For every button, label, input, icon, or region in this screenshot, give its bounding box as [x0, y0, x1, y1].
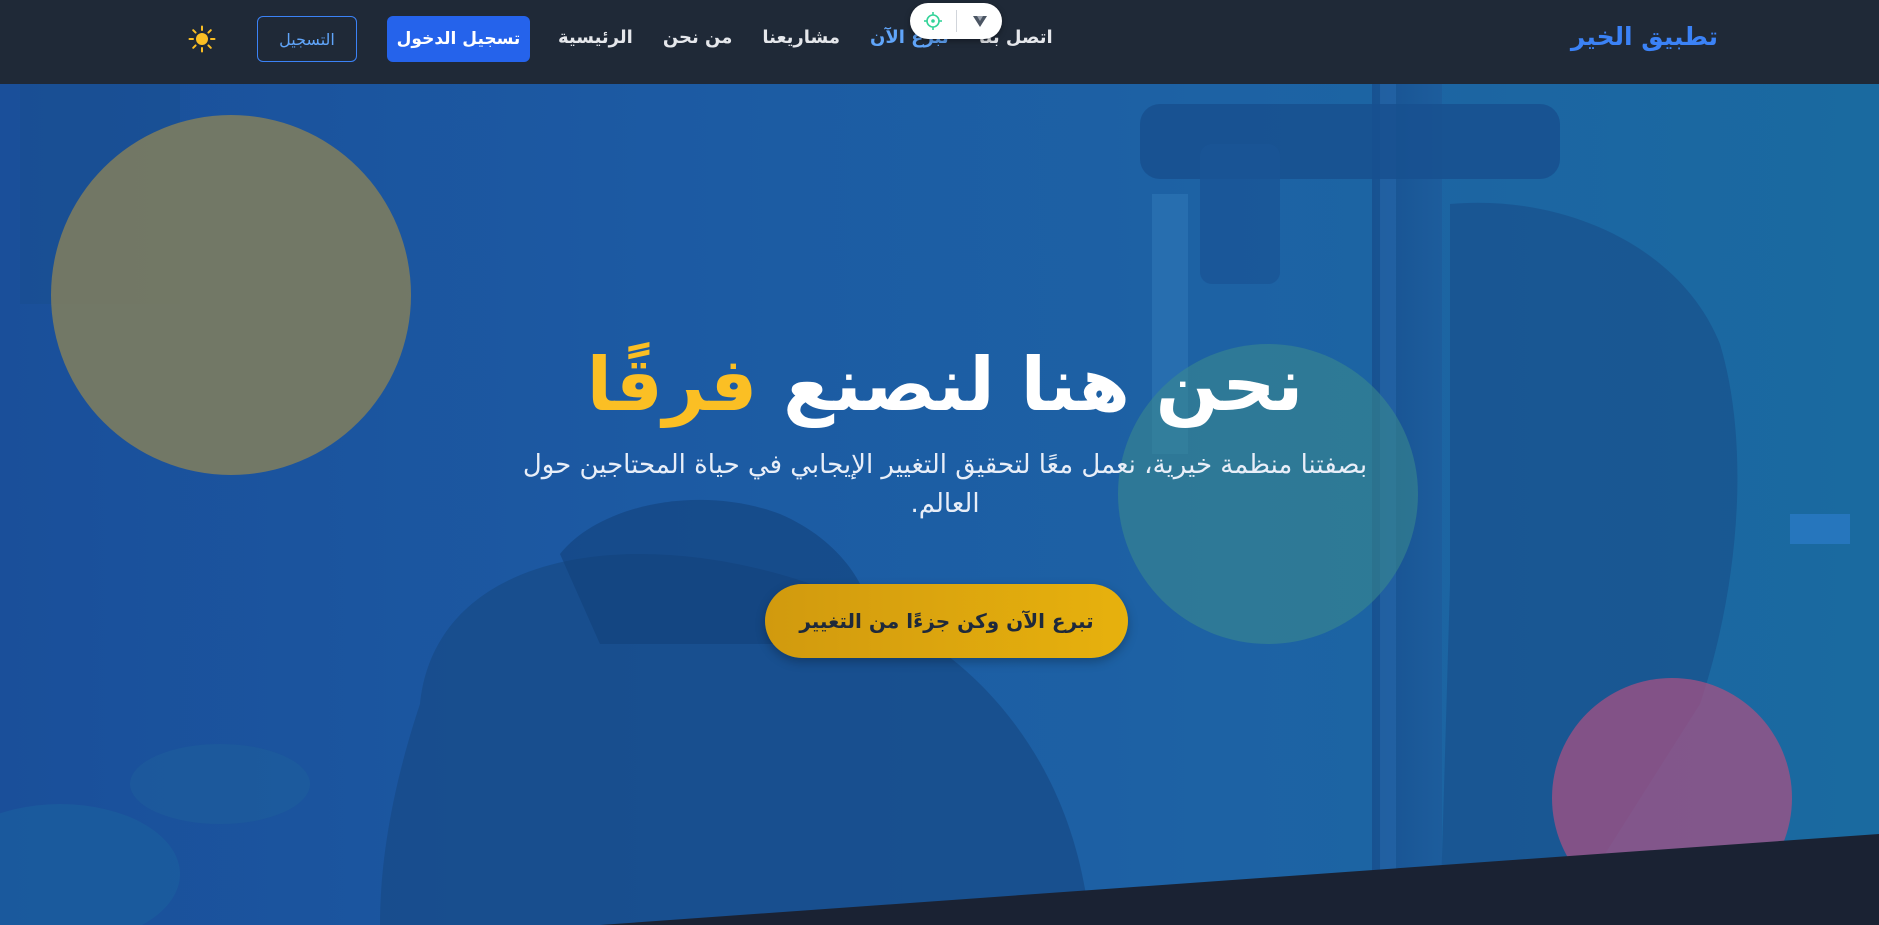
nav-link-about[interactable]: من نحن	[663, 27, 733, 48]
hero-content: نحن هنا لنصنع فرقًا بصفتنا منظمة خيرية، …	[490, 339, 1400, 524]
donate-cta-button[interactable]: تبرع الآن وكن جزءًا من التغيير	[765, 584, 1128, 658]
logo-icon	[972, 16, 987, 27]
page: تطبيق الخير الرئيسية من نحن مشاريعنا تبر…	[0, 0, 1879, 925]
hero-title-main: نحن هنا لنصنع	[783, 342, 1304, 428]
sun-icon	[188, 25, 216, 53]
crosshair-icon	[924, 12, 942, 30]
hero-title: نحن هنا لنصنع فرقًا	[490, 339, 1400, 432]
crosshair-button[interactable]	[910, 3, 956, 39]
register-button[interactable]: التسجيل	[257, 16, 357, 62]
nav-link-projects[interactable]: مشاريعنا	[762, 27, 840, 48]
hero-section: نحن هنا لنصنع فرقًا بصفتنا منظمة خيرية، …	[0, 84, 1879, 925]
theme-toggle-button[interactable]	[185, 22, 219, 56]
brand-logo-link[interactable]: تطبيق الخير	[1571, 22, 1718, 51]
hero-subtitle: بصفتنا منظمة خيرية، نعمل معًا لتحقيق الت…	[522, 449, 1368, 519]
logo-button[interactable]	[957, 3, 1002, 39]
hero-title-highlight: فرقًا	[586, 342, 758, 428]
floating-toolbar	[910, 3, 1002, 39]
nav-link-home[interactable]: الرئيسية	[558, 27, 633, 48]
login-button[interactable]: تسجيل الدخول	[387, 16, 530, 62]
